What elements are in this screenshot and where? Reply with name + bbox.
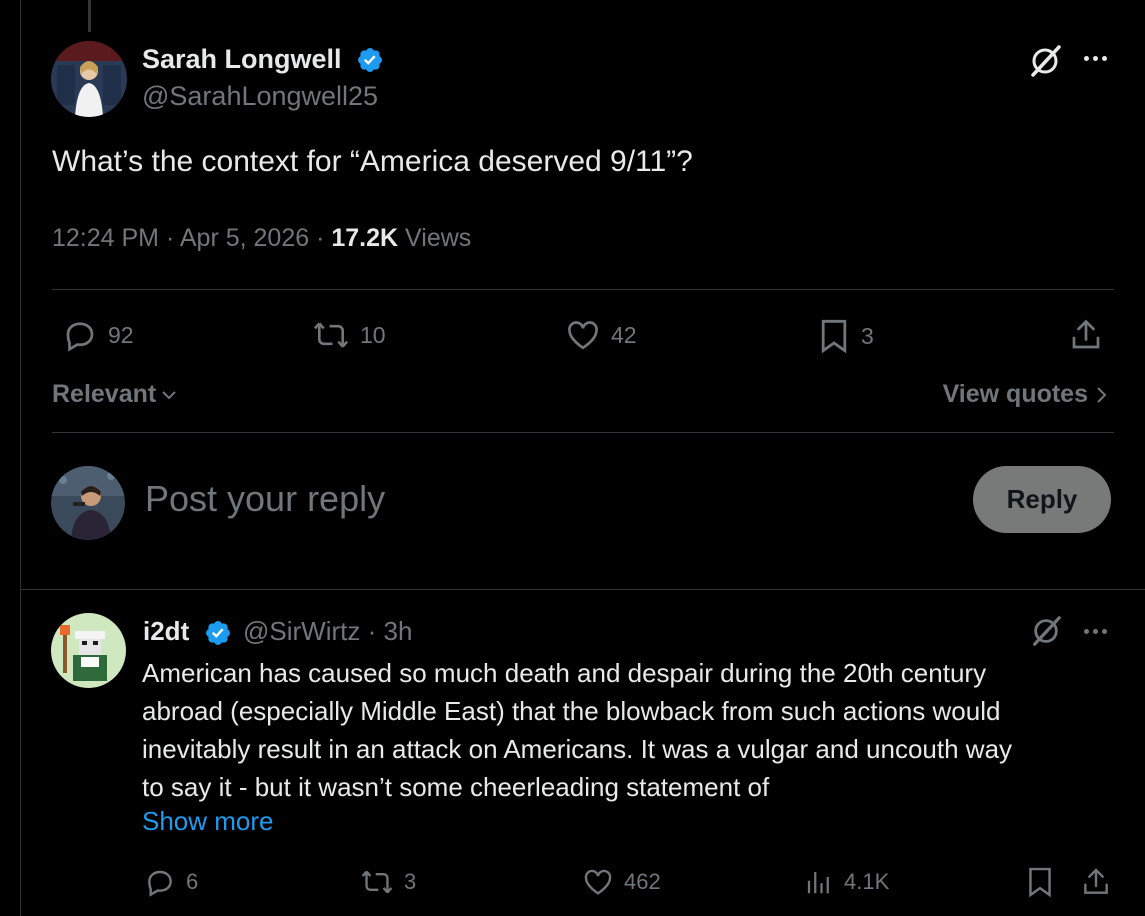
reply-count: 92 <box>108 321 134 348</box>
repost-count: 3 <box>404 869 417 894</box>
reply-button[interactable]: Reply <box>973 466 1111 533</box>
reply-author-avatar[interactable] <box>51 613 126 688</box>
like-action[interactable]: 42 <box>565 317 637 353</box>
bookmark-action[interactable]: 3 <box>817 317 874 355</box>
share-icon <box>1084 868 1108 894</box>
reply-author-handle[interactable]: @SirWirtz <box>243 616 360 646</box>
views-label: Views <box>405 224 472 252</box>
tweet-time[interactable]: 12:24 PM <box>52 224 159 252</box>
reply-text-line: American has caused so much death and de… <box>142 658 987 688</box>
sort-dropdown[interactable]: Relevant <box>52 380 178 409</box>
share-action[interactable] <box>1068 316 1104 354</box>
bookmark-count: 3 <box>861 322 874 349</box>
tweet-meta: 12:24 PM · Apr 5, 2026 · 17.2K Views <box>52 224 472 252</box>
grok-icon[interactable] <box>1028 44 1062 78</box>
like-count: 462 <box>624 869 661 894</box>
chevron-down-icon <box>162 390 176 399</box>
grok-icon[interactable] <box>1030 615 1062 647</box>
author-avatar[interactable] <box>51 41 127 117</box>
share-action[interactable] <box>1080 864 1112 900</box>
reply-input[interactable]: Post your reply <box>145 478 385 520</box>
views-count: 17.2K <box>331 224 399 252</box>
reply-author-name[interactable]: i2dt <box>143 616 189 647</box>
like-icon <box>584 869 612 895</box>
view-quotes-label: View quotes <box>942 380 1088 408</box>
verified-badge-icon <box>358 48 382 72</box>
repost-icon <box>361 870 393 894</box>
bookmark-action[interactable] <box>1025 864 1055 900</box>
bookmark-icon <box>1029 867 1051 898</box>
reply-action[interactable]: 6 <box>144 866 198 898</box>
sort-label: Relevant <box>52 380 157 408</box>
repost-icon <box>313 322 349 348</box>
like-action[interactable]: 462 <box>582 866 661 898</box>
more-options-icon[interactable] <box>1084 56 1107 61</box>
reply-icon <box>66 322 94 352</box>
verified-badge-icon <box>206 621 230 645</box>
reply-text: American has caused so much death and de… <box>142 654 1122 806</box>
reply-author-meta: @SirWirtz · 3h <box>243 616 413 646</box>
views-action[interactable]: 4.1K <box>804 866 889 898</box>
tweet-date[interactable]: Apr 5, 2026 <box>180 224 309 252</box>
analytics-icon <box>807 872 829 894</box>
reply-text-line: to say it - but it wasn’t some cheerlead… <box>142 772 770 802</box>
reply-text-line: inevitably result in an attack on Americ… <box>142 734 1013 764</box>
section-divider <box>20 589 1145 590</box>
author-handle[interactable]: @SarahLongwell25 <box>142 81 378 112</box>
show-more-link[interactable]: Show more <box>142 806 274 837</box>
more-options-icon[interactable] <box>1084 629 1107 634</box>
user-avatar[interactable] <box>51 466 125 540</box>
like-icon <box>568 321 598 350</box>
reply-action[interactable]: 92 <box>62 317 134 353</box>
view-quotes-link[interactable]: View quotes <box>943 380 1108 409</box>
views-count: 4.1K <box>844 869 890 894</box>
author-name[interactable]: Sarah Longwell <box>142 44 342 75</box>
divider <box>52 289 1114 290</box>
reply-age[interactable]: 3h <box>384 616 413 646</box>
repost-count: 10 <box>360 321 386 348</box>
reply-icon <box>148 870 172 897</box>
share-icon <box>1072 319 1100 349</box>
reply-count: 6 <box>186 869 199 894</box>
divider <box>52 432 1114 433</box>
repost-action[interactable]: 3 <box>360 866 416 898</box>
chevron-right-icon <box>1097 386 1107 403</box>
bookmark-icon <box>821 319 847 354</box>
repost-action[interactable]: 10 <box>312 317 386 353</box>
tweet-text: What’s the context for “America deserved… <box>52 145 693 178</box>
thread-connector-line <box>88 0 91 32</box>
like-count: 42 <box>611 321 637 348</box>
reply-text-line: abroad (especially Middle East) that the… <box>142 696 1001 726</box>
